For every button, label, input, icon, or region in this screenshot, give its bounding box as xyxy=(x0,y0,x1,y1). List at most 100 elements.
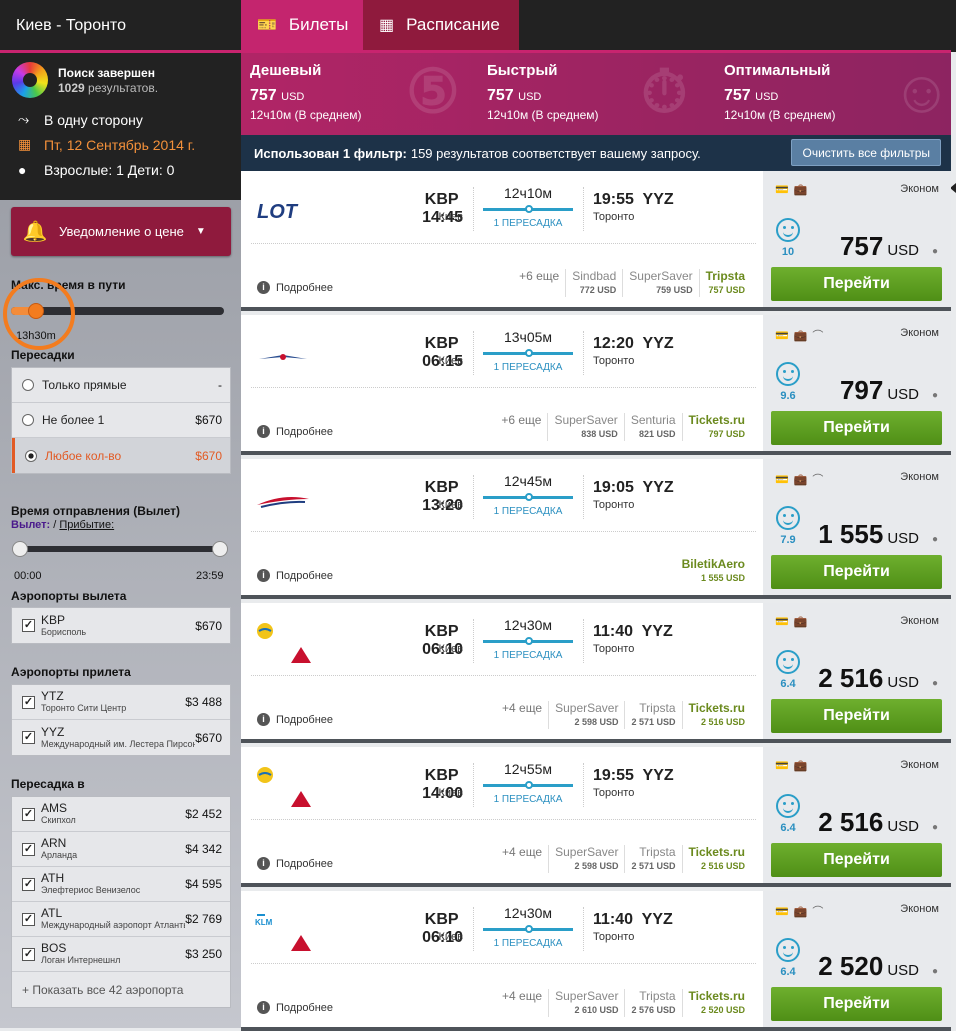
person-icon: ● xyxy=(931,822,938,833)
trip-date[interactable]: ▦ Пт, 12 Сентябрь 2014 г. xyxy=(18,136,195,153)
stops-count[interactable]: 1 ПЕРЕСАДКА xyxy=(483,218,573,229)
flight-card: KBP 13:20 Киев 12ч45м 1 ПЕРЕСАДКА 19:05 … xyxy=(241,459,951,599)
agent-offer[interactable]: SuperSaver 838 USD xyxy=(547,413,623,441)
stops-option-max-1[interactable]: Не более 1 $670 xyxy=(12,403,230,438)
details-link[interactable]: i Подробнее xyxy=(257,713,333,726)
passengers[interactable]: ● Взрослые: 1 Дети: 0 xyxy=(18,162,174,178)
agent-offer[interactable]: Tickets.ru 2 516 USD xyxy=(681,845,751,873)
ticket-icon: 🎫 xyxy=(257,17,277,34)
more-agents-link[interactable]: +4 еще xyxy=(496,845,548,859)
agent-offer[interactable]: SuperSaver 2 610 USD xyxy=(548,989,624,1017)
summary-cheapest[interactable]: Дешевый 757 USD 12ч10м (В среднем) xyxy=(250,62,362,122)
price-alert-button[interactable]: 🔔 Уведомление о цене ▼ xyxy=(11,207,231,256)
more-agents-link[interactable]: +6 еще xyxy=(495,413,547,427)
clear-filters-button[interactable]: Очистить все фильтры xyxy=(791,139,941,166)
checkbox-checked[interactable]: ✓ xyxy=(22,695,35,709)
flight-card: LOT KBP 14:45 Киев 12ч10м 1 ПЕРЕСАДКА 19… xyxy=(241,171,951,311)
agent-offer[interactable]: Tripsta 2 571 USD xyxy=(624,845,681,873)
agent-offer[interactable]: Tickets.ru 2 520 USD xyxy=(681,989,751,1017)
details-link[interactable]: i Подробнее xyxy=(257,1001,333,1014)
checkbox-checked[interactable]: ✓ xyxy=(22,842,35,856)
checkbox-checked[interactable]: ✓ xyxy=(22,619,35,632)
radio-button[interactable] xyxy=(22,414,34,426)
lot-logo-icon: LOT xyxy=(257,201,299,223)
route-line xyxy=(483,349,573,357)
stops-count[interactable]: 1 ПЕРЕСАДКА xyxy=(483,506,573,517)
go-button[interactable]: Перейти xyxy=(771,267,942,301)
go-button[interactable]: Перейти xyxy=(771,843,942,877)
agent-offer[interactable]: SuperSaver 759 USD xyxy=(622,269,698,297)
go-button[interactable]: Перейти xyxy=(771,987,942,1021)
radio-button-selected[interactable] xyxy=(25,449,37,462)
price-panel: 💳💼 Эконом 10 757 USD ● Перейти xyxy=(763,171,951,307)
flight-card: KBP 06:10 Киев 12ч30м 1 ПЕРЕСАДКА 11:40 … xyxy=(241,603,951,743)
stops-count[interactable]: 1 ПЕРЕСАДКА xyxy=(483,938,573,949)
transfer-arn[interactable]: ✓ ARN Арланда $4 342 xyxy=(12,832,230,867)
agent-offer[interactable]: Sindbad 772 USD xyxy=(565,269,622,297)
more-agents-link[interactable]: +4 еще xyxy=(496,701,548,715)
agent-offer[interactable]: Tripsta 757 USD xyxy=(698,269,751,297)
transfer-atl[interactable]: ✓ ATL Международный аэропорт Атланты $2 769 xyxy=(12,902,230,937)
checkbox-checked[interactable]: ✓ xyxy=(22,877,35,891)
transfer-bos[interactable]: ✓ BOS Логан Интернешнл $3 250 xyxy=(12,937,230,972)
summary-optimal[interactable]: Оптимальный 757 USD 12ч10м (В среднем) xyxy=(724,62,836,122)
checkbox-checked[interactable]: ✓ xyxy=(22,807,35,821)
more-agents-link[interactable]: +4 еще xyxy=(496,989,548,1003)
details-link[interactable]: i Подробнее xyxy=(257,425,333,438)
agent-offer[interactable]: Tripsta 2 576 USD xyxy=(624,989,681,1017)
dep-time-slider[interactable] xyxy=(14,546,222,552)
stops-option-any[interactable]: Любое кол-во $670 xyxy=(12,438,230,473)
trip-type[interactable]: ⤳ В одну сторону xyxy=(18,111,143,128)
agent-offer[interactable]: SuperSaver 2 598 USD xyxy=(548,701,624,729)
go-button[interactable]: Перейти xyxy=(771,411,942,445)
dep-time-handle-left[interactable] xyxy=(12,541,28,557)
divider xyxy=(583,619,584,663)
radio-button[interactable] xyxy=(22,379,34,391)
arrive-toggle[interactable]: Прибытие: xyxy=(59,519,114,531)
checkbox-checked[interactable]: ✓ xyxy=(22,947,35,961)
details-link[interactable]: i Подробнее xyxy=(257,281,333,294)
arr-airport-yyz[interactable]: ✓ YYZ Международный им. Лестера Пирсона $67… xyxy=(12,720,230,755)
stops-count[interactable]: 1 ПЕРЕСАДКА xyxy=(483,650,573,661)
airline-logo xyxy=(255,335,311,375)
price: 2 516 USD xyxy=(818,663,919,693)
show-all-airports-link[interactable]: + Показать все 42 аэропорта xyxy=(12,972,230,1007)
depart-toggle[interactable]: Вылет: xyxy=(11,519,50,531)
stops-count[interactable]: 1 ПЕРЕСАДКА xyxy=(483,362,573,373)
dep-time-handle-right[interactable] xyxy=(212,541,228,557)
divider xyxy=(583,331,584,375)
agent-offer[interactable]: BiletikAero 1 555 USD xyxy=(676,557,751,585)
details-link[interactable]: i Подробнее xyxy=(257,857,333,870)
agent-offer[interactable]: Tickets.ru 797 USD xyxy=(681,413,751,441)
stops-option-direct[interactable]: Только прямые - xyxy=(12,368,230,403)
dep-time-to: 23:59 xyxy=(196,570,224,582)
agent-offer[interactable]: Tickets.ru 2 516 USD xyxy=(681,701,751,729)
checkbox-checked[interactable]: ✓ xyxy=(22,912,35,926)
dep-time-label: Время отправления (Вылет) xyxy=(11,504,180,518)
tab-schedule[interactable]: ▦ Расписание xyxy=(363,0,519,50)
rating-value: 10 xyxy=(781,246,795,258)
divider xyxy=(251,531,756,532)
agent-offer[interactable]: Senturia 821 USD xyxy=(623,413,682,441)
details-link[interactable]: i Подробнее xyxy=(257,569,333,582)
departure-city: Киев xyxy=(438,211,463,223)
more-agents-link[interactable]: +6 еще xyxy=(513,269,565,283)
dep-airport-kbp[interactable]: ✓ KBP Борисполь $670 xyxy=(12,608,230,643)
checkbox-checked[interactable]: ✓ xyxy=(22,731,35,744)
summary-fastest[interactable]: Быстрый 757 USD 12ч10м (В среднем) xyxy=(487,62,599,122)
stops-filter: Только прямые - Не более 1 $670 Любое кол-… xyxy=(11,367,231,474)
duration: 12ч30м xyxy=(503,617,553,633)
stops-count[interactable]: 1 ПЕРЕСАДКА xyxy=(483,794,573,805)
agent-offer[interactable]: Tripsta 2 571 USD xyxy=(624,701,681,729)
badge-5-icon: ⑤ xyxy=(406,58,460,125)
agent-offer[interactable]: SuperSaver 2 598 USD xyxy=(548,845,624,873)
divider xyxy=(473,331,474,375)
tab-tickets[interactable]: 🎫 Билеты xyxy=(241,0,363,50)
transfer-ath[interactable]: ✓ ATH Элефтериос Венизелос $4 595 xyxy=(12,867,230,902)
go-button[interactable]: Перейти xyxy=(771,699,942,733)
go-button[interactable]: Перейти xyxy=(771,555,942,589)
duration: 12ч10м xyxy=(503,185,553,201)
svg-text:LOT: LOT xyxy=(257,201,299,223)
arr-airport-ytz[interactable]: ✓ YTZ Торонто Сити Центр $3 488 xyxy=(12,685,230,720)
transfer-ams[interactable]: ✓ AMS Скипхол $2 452 xyxy=(12,797,230,832)
